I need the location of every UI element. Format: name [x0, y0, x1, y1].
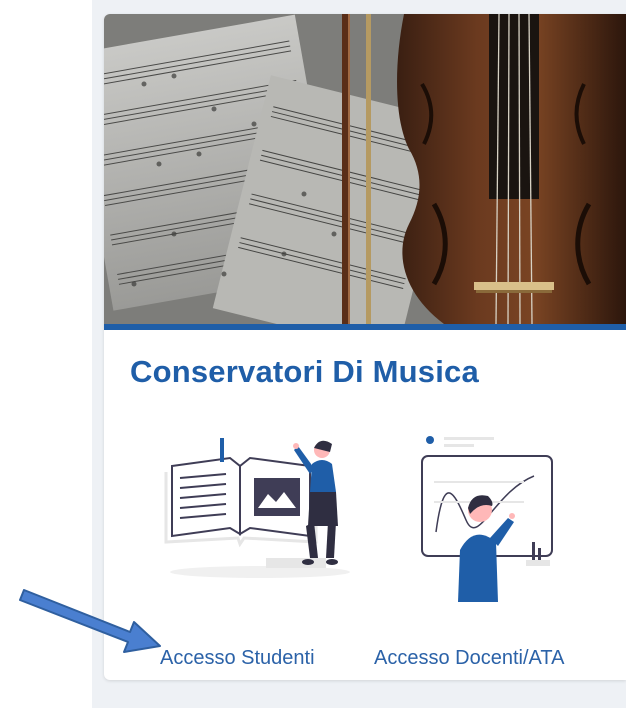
accesso-docenti-ata-link[interactable]: Accesso Docenti/ATA [374, 647, 564, 670]
hero-accent-bar [104, 324, 626, 330]
conservatori-card-container: Conservatori Di Musica Accesso Studenti … [92, 0, 626, 708]
student-reading-book-illustration [164, 438, 350, 578]
teacher-whiteboard-illustration [421, 436, 553, 602]
card-title: Conservatori Di Musica [130, 354, 479, 389]
pointer-arrow-icon [19, 589, 161, 653]
conservatori-card: Conservatori Di Musica Accesso Studenti … [104, 14, 626, 680]
violin-sheet-music-image [104, 14, 626, 324]
accesso-studenti-link[interactable]: Accesso Studenti [160, 647, 315, 670]
